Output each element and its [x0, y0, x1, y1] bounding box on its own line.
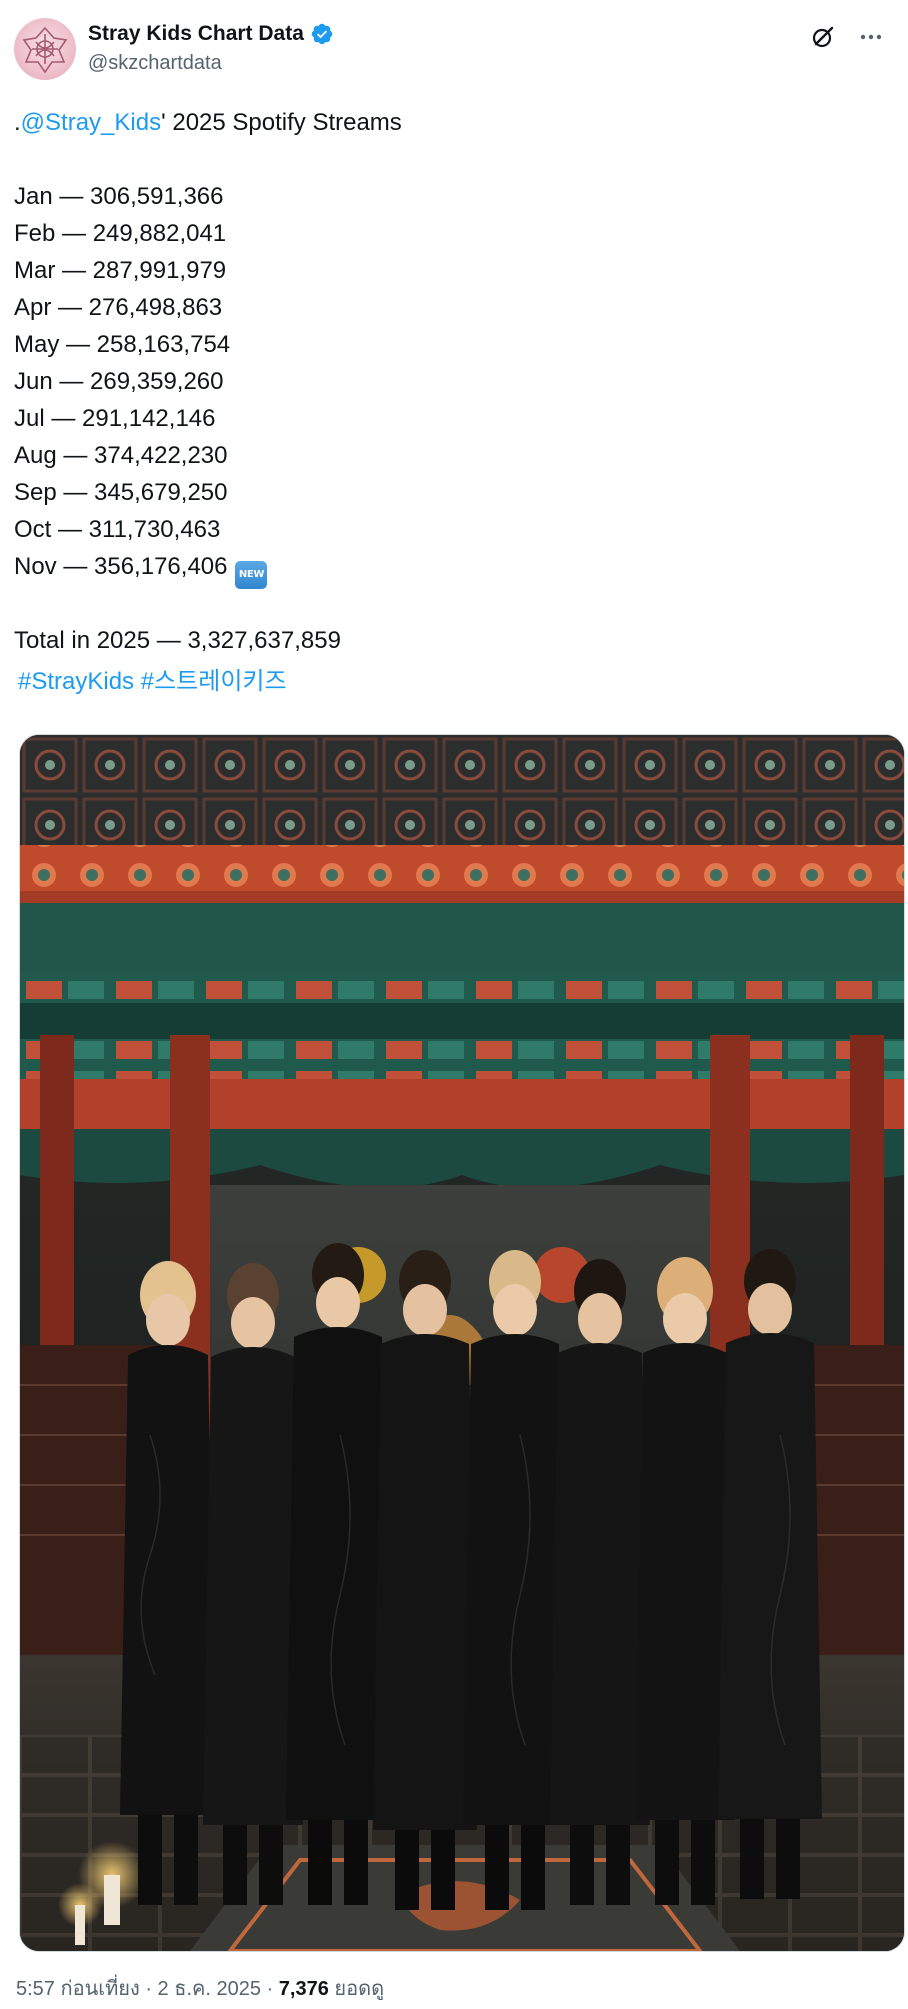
month-line: Mar — 287,991,979: [14, 257, 227, 284]
grok-icon: [812, 26, 834, 48]
group-photo-image: [20, 735, 904, 1951]
intro-prefix: .: [14, 109, 21, 136]
avatar-emblem-icon: [22, 26, 68, 74]
author-handle[interactable]: @skzchartdata: [88, 50, 334, 76]
tweet-photo[interactable]: [19, 734, 905, 1952]
month-line: Oct — 311,730,463: [14, 516, 221, 543]
header-actions: [808, 22, 886, 52]
month-line: Aug — 374,422,230: [14, 442, 228, 469]
verified-badge-icon: [310, 22, 334, 46]
month-line: Apr — 276,498,863: [14, 294, 223, 321]
new-emoji-badge: NEW: [235, 561, 268, 589]
intro-suffix: ' 2025 Spotify Streams: [161, 109, 402, 136]
hashtag-link[interactable]: #스트레이키즈: [141, 668, 287, 695]
month-line-text: Nov — 356,176,406: [14, 553, 228, 580]
intro-line: .@Stray_Kids' 2025 Spotify Streams: [14, 104, 874, 141]
more-icon: [860, 34, 882, 40]
month-line: Jun — 269,359,260: [14, 368, 224, 395]
views-count: 7,376: [278, 1978, 329, 2000]
tweet[interactable]: Stray Kids Chart Data @skzchartdata .@St…: [0, 0, 908, 2009]
mention-link[interactable]: @Stray_Kids: [21, 109, 161, 136]
tweet-text: .@Stray_Kids' 2025 Spotify Streams Jan —…: [14, 104, 874, 659]
author-name[interactable]: Stray Kids Chart Data: [88, 20, 304, 48]
author-info: Stray Kids Chart Data @skzchartdata: [88, 20, 334, 76]
month-line: Jul — 291,142,146: [14, 405, 216, 432]
timestamp[interactable]: 5:57 ก่อนเที่ยง · 2 ธ.ค. 2025 ·: [16, 1978, 279, 2000]
hashtags: #StrayKids #스트레이키즈: [18, 666, 287, 698]
total-line: Total in 2025 — 3,327,637,859: [14, 627, 341, 654]
views-label: ยอดดู: [328, 1978, 385, 2000]
more-button[interactable]: [856, 22, 886, 52]
month-line-latest: Nov — 356,176,406 NEW: [14, 548, 874, 589]
avatar[interactable]: [14, 18, 76, 80]
month-line: May — 258,163,754: [14, 331, 231, 358]
tweet-meta: 5:57 ก่อนเที่ยง · 2 ธ.ค. 2025 · 7,376 ยอ…: [16, 1976, 384, 2002]
month-line: Feb — 249,882,041: [14, 220, 227, 247]
month-line: Jan — 306,591,366: [14, 183, 224, 210]
month-line: Sep — 345,679,250: [14, 479, 228, 506]
hashtag-link[interactable]: #StrayKids: [18, 668, 134, 695]
grok-button[interactable]: [808, 22, 838, 52]
